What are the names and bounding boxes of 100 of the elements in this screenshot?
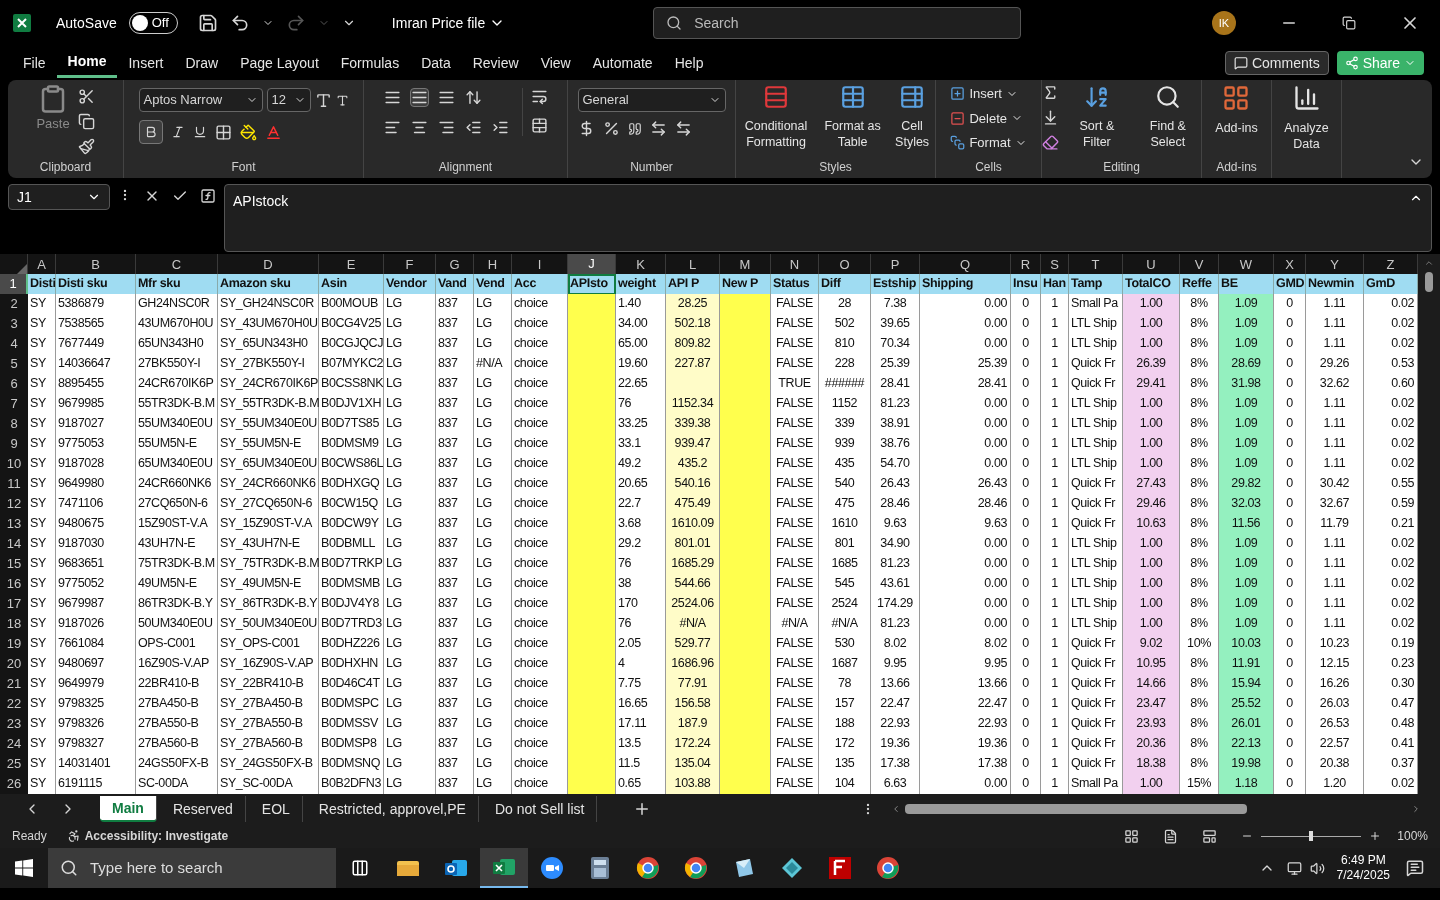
- save-icon[interactable]: [197, 13, 218, 33]
- clock-date[interactable]: 7/24/2025: [1336, 868, 1390, 883]
- menu-tab[interactable]: Insert: [117, 48, 175, 78]
- file-name-button[interactable]: Imran Price file: [391, 12, 506, 34]
- row-header[interactable]: 17: [0, 594, 28, 615]
- format-painter-icon[interactable]: [77, 138, 95, 155]
- ribbon-button[interactable]: Find & Select: [1134, 84, 1201, 151]
- row-header[interactable]: 15: [0, 554, 28, 575]
- row-header[interactable]: 14: [0, 534, 28, 555]
- cut-icon[interactable]: [77, 88, 95, 105]
- sheet-tab[interactable]: Restricted, approvel,PE: [306, 796, 479, 822]
- row-header[interactable]: 20: [0, 654, 28, 675]
- grow-font-icon[interactable]: [314, 91, 332, 109]
- row-header[interactable]: 26: [0, 774, 28, 795]
- menu-tab[interactable]: View: [529, 48, 582, 78]
- merge-icon[interactable]: [531, 117, 548, 134]
- middle-align-icon[interactable]: [410, 88, 429, 107]
- shrink-font-icon[interactable]: [335, 93, 349, 107]
- number-format-field[interactable]: General: [577, 88, 726, 112]
- zoom-in-icon[interactable]: [1369, 830, 1382, 842]
- zoom-level[interactable]: 100%: [1397, 827, 1428, 845]
- taskbar-search-field[interactable]: Type here to search: [48, 848, 336, 888]
- search-field[interactable]: Search: [653, 7, 1022, 39]
- ribbon-button[interactable]: Analyze Data: [1272, 84, 1341, 178]
- ribbon-button[interactable]: Cell Styles: [889, 84, 935, 150]
- menu-tab[interactable]: Draw: [174, 48, 230, 78]
- row-header[interactable]: 11: [0, 474, 28, 495]
- row-header[interactable]: 24: [0, 734, 28, 755]
- ribbon-button[interactable]: Sort & Filter: [1067, 84, 1127, 151]
- row-header[interactable]: 3: [0, 314, 28, 335]
- zoom-slider-thumb[interactable]: [1309, 831, 1314, 841]
- bold-icon[interactable]: [138, 120, 163, 144]
- row-header[interactable]: 19: [0, 634, 28, 655]
- ribbon-button[interactable]: Format as Table: [820, 84, 886, 150]
- page-break-icon[interactable]: [1202, 828, 1218, 844]
- paste-button[interactable]: Paste: [36, 84, 70, 155]
- row-header[interactable]: 9: [0, 434, 28, 455]
- page-layout-icon[interactable]: [1163, 828, 1179, 844]
- scroll-thumb[interactable]: [1425, 272, 1433, 292]
- font-color-icon[interactable]: [264, 123, 282, 141]
- user-avatar[interactable]: IK: [1212, 11, 1236, 35]
- column-header[interactable]: J: [568, 254, 616, 276]
- row-header[interactable]: 8: [0, 414, 28, 435]
- menu-tab[interactable]: File: [12, 48, 57, 78]
- cells-button[interactable]: Format: [950, 133, 1027, 153]
- sheet-tab[interactable]: EOL: [249, 796, 303, 822]
- align-left-icon[interactable]: [383, 119, 402, 136]
- menu-tab[interactable]: Automate: [581, 48, 664, 78]
- row-header[interactable]: 4: [0, 334, 28, 355]
- orientation-icon[interactable]: [464, 88, 483, 107]
- accessibility-button[interactable]: Accessibility: Investigate: [66, 827, 229, 845]
- row-header[interactable]: 13: [0, 514, 28, 535]
- volume-icon[interactable]: [1309, 860, 1325, 876]
- row-header[interactable]: 6: [0, 374, 28, 395]
- eraser-icon[interactable]: [1042, 134, 1059, 151]
- comments-button[interactable]: Comments: [1224, 51, 1329, 75]
- copy-icon[interactable]: [77, 113, 95, 130]
- wrap-text-icon[interactable]: [531, 88, 548, 105]
- ribbon-button[interactable]: Conditional Formatting: [736, 84, 816, 150]
- restore-icon[interactable]: [1342, 16, 1356, 30]
- notifications-icon[interactable]: [1406, 859, 1424, 877]
- sheet-tab[interactable]: Do not Sell list: [482, 796, 598, 822]
- row-header[interactable]: 10: [0, 454, 28, 475]
- font-name-field[interactable]: Aptos Narrow: [138, 88, 263, 112]
- row-header[interactable]: 2: [0, 294, 28, 315]
- row-header[interactable]: 21: [0, 674, 28, 695]
- name-box[interactable]: J1: [8, 184, 110, 210]
- italic-icon[interactable]: [170, 125, 185, 139]
- cells-button[interactable]: Delete: [950, 108, 1027, 128]
- row-header[interactable]: 23: [0, 714, 28, 735]
- ribbon-button[interactable]: Add-ins: [1211, 84, 1262, 136]
- undo-icon[interactable]: [229, 13, 250, 33]
- borders-icon[interactable]: [214, 123, 232, 141]
- row-header[interactable]: 7: [0, 394, 28, 415]
- cells-button[interactable]: Insert: [950, 84, 1027, 104]
- row-header[interactable]: 22: [0, 694, 28, 715]
- align-right-icon[interactable]: [437, 119, 456, 136]
- spreadsheet-app-icon[interactable]: [480, 848, 528, 888]
- font-size-field[interactable]: 12: [266, 88, 311, 112]
- align-center-icon[interactable]: [410, 119, 429, 136]
- menu-tab[interactable]: Review: [461, 48, 530, 78]
- fill-icon[interactable]: [1042, 109, 1059, 126]
- row-header[interactable]: 5: [0, 354, 28, 375]
- scroll-up-icon[interactable]: [1424, 258, 1434, 268]
- row-header[interactable]: 1: [0, 274, 28, 295]
- insert-function-icon[interactable]: [200, 188, 216, 204]
- zoom-slider[interactable]: [1261, 831, 1362, 841]
- fill-color-icon[interactable]: [239, 123, 257, 141]
- row-header[interactable]: 25: [0, 754, 28, 775]
- network-icon[interactable]: [1286, 860, 1302, 876]
- percent-icon[interactable]: [602, 120, 620, 137]
- menu-tab[interactable]: Page Layout: [229, 48, 330, 78]
- clock-time[interactable]: 6:49 PM: [1340, 853, 1386, 868]
- underline-icon[interactable]: [192, 125, 207, 139]
- decrease-indent-icon[interactable]: [464, 119, 483, 136]
- menu-tab[interactable]: Formulas: [329, 48, 411, 78]
- sheet-tab[interactable]: Main: [100, 796, 157, 822]
- row-header[interactable]: 16: [0, 574, 28, 595]
- increase-indent-icon[interactable]: [491, 119, 510, 136]
- row-header[interactable]: 12: [0, 494, 28, 515]
